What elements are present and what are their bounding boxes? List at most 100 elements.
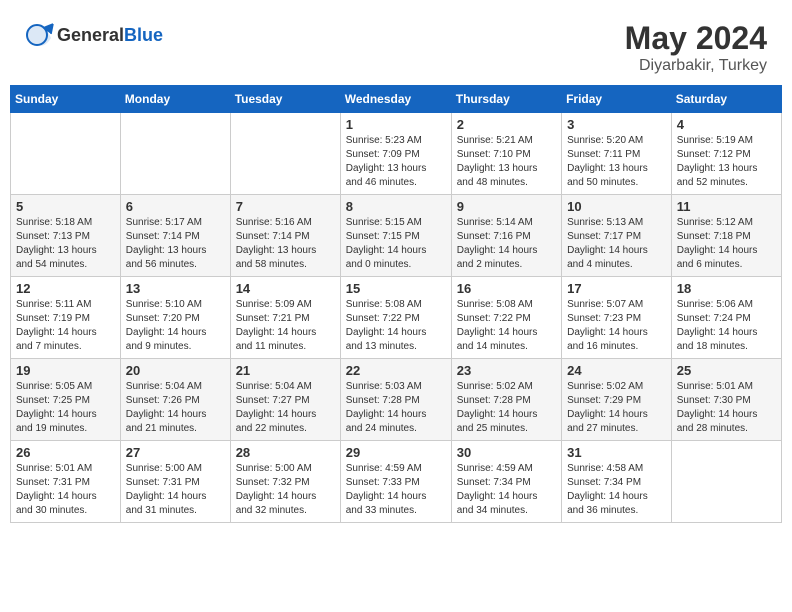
sunrise-time: Sunrise: 5:02 AM [567, 381, 643, 392]
sunset-time: Sunset: 7:26 PM [126, 395, 200, 406]
daylight-hours: Daylight: 14 hours [346, 245, 427, 256]
calendar-cell: 6Sunrise: 5:17 AMSunset: 7:14 PMDaylight… [120, 195, 230, 277]
calendar-cell: 13Sunrise: 5:10 AMSunset: 7:20 PMDayligh… [120, 277, 230, 359]
calendar-cell: 30Sunrise: 4:59 AMSunset: 7:34 PMDayligh… [451, 441, 561, 523]
day-info-continuation: and 33 minutes. [346, 505, 417, 516]
calendar-cell: 1Sunrise: 5:23 AMSunset: 7:09 PMDaylight… [340, 113, 451, 195]
day-info: Sunrise: 5:14 AMSunset: 7:16 PMDaylight:… [457, 216, 556, 272]
day-number: 24 [567, 363, 666, 378]
daylight-hours: Daylight: 14 hours [677, 409, 758, 420]
day-number: 13 [126, 281, 225, 296]
daylight-hours: Daylight: 14 hours [567, 245, 648, 256]
calendar-cell: 31Sunrise: 4:58 AMSunset: 7:34 PMDayligh… [562, 441, 672, 523]
day-info-continuation: and 13 minutes. [346, 341, 417, 352]
calendar-cell: 12Sunrise: 5:11 AMSunset: 7:19 PMDayligh… [11, 277, 121, 359]
day-info: Sunrise: 5:16 AMSunset: 7:14 PMDaylight:… [236, 216, 335, 272]
calendar-cell: 21Sunrise: 5:04 AMSunset: 7:27 PMDayligh… [230, 359, 340, 441]
calendar-cell: 9 Sunrise: 5:14 AMSunset: 7:16 PMDaylight… [451, 195, 561, 277]
calendar-cell: 22Sunrise: 5:03 AMSunset: 7:28 PMDayligh… [340, 359, 451, 441]
sunrise-time: Sunrise: 5:01 AM [16, 463, 92, 474]
sunset-time: Sunset: 7:21 PM [236, 313, 310, 324]
calendar-header-row: Sunday Monday Tuesday Wednesday Thursday… [11, 86, 782, 113]
day-info: Sunrise: 5:04 AMSunset: 7:26 PMDaylight:… [126, 380, 225, 436]
calendar-cell: 27Sunrise: 5:00 AMSunset: 7:31 PMDayligh… [120, 441, 230, 523]
daylight-hours: Daylight: 14 hours [457, 245, 538, 256]
calendar-cell: 16 Sunrise: 5:08 AMSunset: 7:22 PMDayligh… [451, 277, 561, 359]
logo-text: GeneralBlue [57, 25, 163, 46]
daylight-hours: Daylight: 13 hours [16, 245, 97, 256]
day-number: 8 [346, 199, 446, 214]
calendar-cell: 19Sunrise: 5:05 AMSunset: 7:25 PMDayligh… [11, 359, 121, 441]
day-info: Sunrise: 5:02 AM Sunset: 7:29 PM Daylight:… [567, 380, 666, 436]
daylight-hours: Daylight: 13 hours [346, 163, 427, 174]
day-number: 16 [457, 281, 556, 296]
daylight-hours: Daylight: 14 hours [457, 327, 538, 338]
daylight-hours: Daylight: 13 hours [126, 245, 207, 256]
day-number: 7 [236, 199, 335, 214]
day-info-continuation: and 28 minutes. [677, 423, 748, 434]
day-info: Sunrise: 5:01 AM Sunset: 7:31 PM Daylight:… [16, 462, 115, 518]
sunset-time: Sunset: 7:22 PM [457, 313, 531, 324]
day-info: Sunrise: 5:03 AMSunset: 7:28 PMDaylight:… [346, 380, 446, 436]
sunrise-time: Sunrise: 5:20 AM [567, 135, 643, 146]
col-tuesday: Tuesday [230, 86, 340, 113]
day-number: 19 [16, 363, 115, 378]
sunset-time: Sunset: 7:34 PM [457, 477, 531, 488]
calendar-cell: 5Sunrise: 5:18 AMSunset: 7:13 PMDaylight… [11, 195, 121, 277]
day-number: 10 [567, 199, 666, 214]
sunrise-time: Sunrise: 5:19 AM [677, 135, 753, 146]
day-info: Sunrise: 5:12 AMSunset: 7:18 PMDaylight:… [677, 216, 776, 272]
col-monday: Monday [120, 86, 230, 113]
sunset-time: Sunset: 7:14 PM [236, 231, 310, 242]
calendar-table: Sunday Monday Tuesday Wednesday Thursday… [10, 85, 782, 523]
day-info-continuation: and 21 minutes. [126, 423, 197, 434]
day-info: Sunrise: 5:00 AMSunset: 7:32 PMDaylight:… [236, 462, 335, 518]
sunrise-time: Sunrise: 5:13 AM [567, 217, 643, 228]
daylight-hours: Daylight: 13 hours [457, 163, 538, 174]
calendar-cell: 29Sunrise: 4:59 AMSunset: 7:33 PMDayligh… [340, 441, 451, 523]
sunset-time: Sunset: 7:30 PM [677, 395, 751, 406]
calendar-cell: 18Sunrise: 5:06 AMSunset: 7:24 PMDayligh… [671, 277, 781, 359]
day-number: 5 [16, 199, 115, 214]
day-info: Sunrise: 5:20 AMSunset: 7:11 PMDaylight:… [567, 134, 666, 190]
sunset-time: Sunset: 7:18 PM [677, 231, 751, 242]
sunset-time: Sunset: 7:12 PM [677, 149, 751, 160]
col-friday: Friday [562, 86, 672, 113]
day-number: 26 [16, 445, 115, 460]
title-block: May 2024 Diyarbakir, Turkey [625, 20, 767, 75]
sunrise-time: Sunrise: 5:02 AM [457, 381, 533, 392]
day-info-continuation: and 32 minutes. [236, 505, 307, 516]
page-header: GeneralBlue May 2024 Diyarbakir, Turkey [10, 10, 782, 80]
day-info-continuation: and 54 minutes. [16, 259, 87, 270]
sunrise-time: Sunrise: 5:23 AM [346, 135, 422, 146]
day-number: 9 [457, 199, 556, 214]
daylight-hours: Daylight: 14 hours [16, 491, 97, 502]
location-title: Diyarbakir, Turkey [625, 57, 767, 75]
day-info: Sunrise: 5:13 AM Sunset: 7:17 PM Daylight:… [567, 216, 666, 272]
sunset-time: Sunset: 7:17 PM [567, 231, 641, 242]
sunrise-time: Sunrise: 5:05 AM [16, 381, 92, 392]
sunrise-time: Sunrise: 5:00 AM [126, 463, 202, 474]
calendar-cell: 3Sunrise: 5:20 AMSunset: 7:11 PMDaylight… [562, 113, 672, 195]
sunset-time: Sunset: 7:15 PM [346, 231, 420, 242]
day-info-continuation: and 0 minutes. [346, 259, 412, 270]
day-info: Sunrise: 5:08 AMSunset: 7:22 PMDaylight:… [346, 298, 446, 354]
day-number: 6 [126, 199, 225, 214]
day-info-continuation: and 16 minutes. [567, 341, 638, 352]
sunset-time: Sunset: 7:31 PM [126, 477, 200, 488]
daylight-hours: Daylight: 14 hours [567, 409, 648, 420]
sunset-time: Sunset: 7:16 PM [457, 231, 531, 242]
day-info: Sunrise: 5:08 AMSunset: 7:22 PMDaylight:… [457, 298, 556, 354]
day-info: Sunrise: 4:59 AMSunset: 7:33 PMDaylight:… [346, 462, 446, 518]
logo: GeneralBlue [25, 20, 163, 50]
calendar-week-1: 1Sunrise: 5:23 AMSunset: 7:09 PMDaylight… [11, 113, 782, 195]
calendar-cell: 7 Sunrise: 5:16 AMSunset: 7:14 PMDaylight… [230, 195, 340, 277]
daylight-hours: Daylight: 14 hours [567, 327, 648, 338]
calendar-cell: 10 Sunrise: 5:13 AM Sunset: 7:17 PM Dayligh… [562, 195, 672, 277]
day-info-continuation: and 11 minutes. [236, 341, 306, 352]
sunset-time: Sunset: 7:31 PM [16, 477, 90, 488]
sunset-time: Sunset: 7:20 PM [126, 313, 200, 324]
day-number: 15 [346, 281, 446, 296]
logo-blue: Blue [124, 25, 163, 45]
sunset-time: Sunset: 7:29 PM [567, 395, 641, 406]
